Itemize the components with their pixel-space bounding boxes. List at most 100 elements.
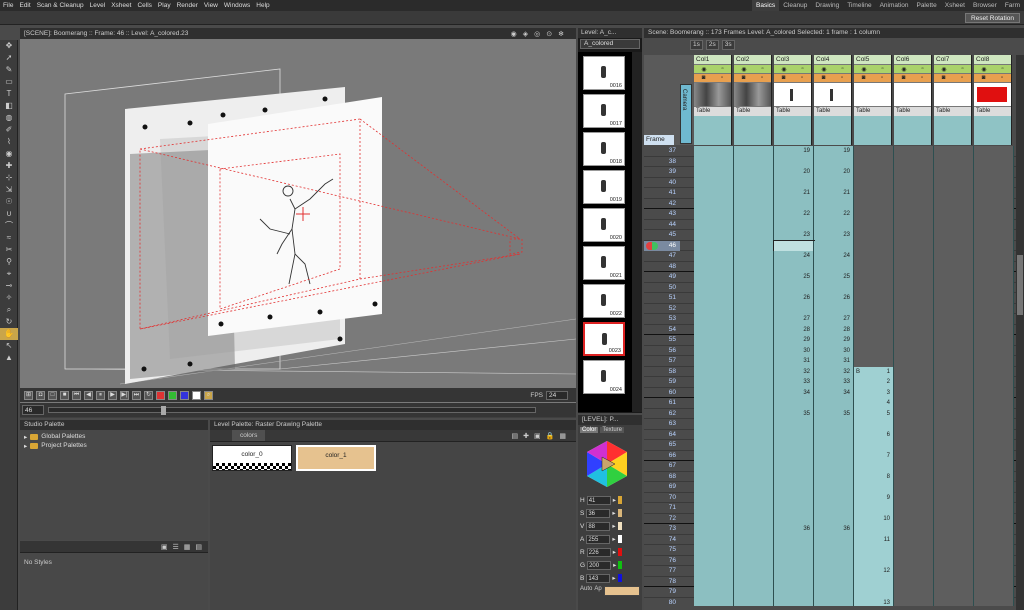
lock-icon[interactable]: ▫ <box>921 66 923 72</box>
column-name[interactable]: Col3 <box>774 55 811 65</box>
xsheet-cell[interactable] <box>694 461 734 472</box>
xsheet-cell[interactable] <box>814 492 854 503</box>
xsheet-cell[interactable] <box>934 429 974 440</box>
column-header-col1[interactable]: Col1 ◉ ▫ ◙ ▫ Table <box>694 55 732 145</box>
eye-icon[interactable]: ◉ <box>941 66 946 73</box>
xsheet-cell[interactable] <box>774 471 814 482</box>
xsheet-cell[interactable] <box>774 429 814 440</box>
xsheet-cell[interactable] <box>894 167 934 178</box>
xsheet-cell[interactable] <box>854 419 894 430</box>
channel-arrow-icon[interactable]: ▸ <box>613 561 616 569</box>
transparency-icon[interactable]: ▫ <box>841 75 843 81</box>
xsheet-cell[interactable] <box>974 366 1014 377</box>
xsheet-cell[interactable] <box>734 198 774 209</box>
xsheet-cell[interactable] <box>814 587 854 598</box>
column-name[interactable]: Col1 <box>694 55 731 65</box>
channel-arrow-icon[interactable]: ▸ <box>613 496 616 504</box>
xsheet-cell[interactable] <box>734 146 774 157</box>
xsheet-cell[interactable] <box>974 167 1014 178</box>
transparency-icon[interactable]: ▫ <box>1001 75 1003 81</box>
xsheet-cell[interactable] <box>694 387 734 398</box>
xsheet-cell[interactable] <box>814 545 854 556</box>
xsheet-cell[interactable] <box>694 419 734 430</box>
xsheet-cell[interactable] <box>854 482 894 493</box>
xsheet-cell[interactable] <box>894 314 934 325</box>
xsheet-cell[interactable] <box>694 545 734 556</box>
xsheet-cell[interactable] <box>694 524 734 535</box>
pegbar-label[interactable]: Table <box>774 107 811 116</box>
camstand-icon[interactable]: ◙ <box>982 75 986 81</box>
xsheet-cell[interactable]: 35 <box>774 408 814 419</box>
xsheet-cell[interactable] <box>814 503 854 514</box>
xsheet-cell[interactable] <box>734 251 774 262</box>
frame-number[interactable]: 80 <box>644 598 680 607</box>
column-header-col8[interactable]: Col8 ◉ ▫ ◙ ▫ Table <box>974 55 1012 145</box>
transparency-icon[interactable]: ▫ <box>961 75 963 81</box>
magnet-tool-icon[interactable]: ∪ <box>0 208 18 220</box>
xsheet-cell[interactable] <box>894 387 934 398</box>
pointer-tool-icon[interactable]: ↖ <box>0 340 18 352</box>
pause-icon[interactable]: ⏸ <box>96 390 105 400</box>
xsheet-cell[interactable] <box>974 282 1014 293</box>
xsheet-cell[interactable] <box>974 419 1014 430</box>
frame-number[interactable]: 56 <box>644 346 680 357</box>
tree-item-global-palettes[interactable]: ▸ Global Palettes <box>24 432 204 441</box>
xsheet-cell[interactable] <box>934 471 974 482</box>
xsheet-cell[interactable] <box>814 303 854 314</box>
xsheet-cell[interactable] <box>854 146 894 157</box>
frame-number[interactable]: 74 <box>644 535 680 546</box>
xsheet-cell[interactable] <box>734 524 774 535</box>
xsheet-cell[interactable]: 28 <box>814 324 854 335</box>
camstand-icon[interactable]: ◙ <box>822 75 826 81</box>
xsheet-cell[interactable] <box>934 293 974 304</box>
xsheet-cell[interactable] <box>774 545 814 556</box>
frame-number[interactable]: 67 <box>644 461 680 472</box>
column-header-col6[interactable]: Col6 ◉ ▫ ◙ ▫ Table <box>894 55 932 145</box>
xsheet-cell[interactable] <box>814 219 854 230</box>
frame-number[interactable]: 59 <box>644 377 680 388</box>
xsheet-cell[interactable] <box>974 429 1014 440</box>
xsheet-cell[interactable] <box>894 198 934 209</box>
xsheet-cell[interactable] <box>774 177 814 188</box>
xsheet-cell[interactable] <box>774 534 814 545</box>
xsheet-cell[interactable] <box>694 576 734 587</box>
xsheet-cell[interactable] <box>773 239 815 252</box>
xsheet-cell[interactable] <box>694 209 734 220</box>
xsheet-cell[interactable] <box>734 324 774 335</box>
xsheet-cell[interactable] <box>694 293 734 304</box>
pegbar-label[interactable]: Table <box>974 107 1011 116</box>
xsheet-cell[interactable] <box>934 513 974 524</box>
room-tab-browser[interactable]: Browser <box>969 0 1001 11</box>
xsheet-cell[interactable]: 32 <box>814 366 854 377</box>
xsheet-cell[interactable] <box>734 177 774 188</box>
xsheet-cell[interactable] <box>734 345 774 356</box>
save-icon[interactable]: ▣ <box>161 543 168 551</box>
xsheet-cell[interactable] <box>694 377 734 388</box>
xsheet-cell[interactable] <box>694 587 734 598</box>
xsheet-cell[interactable] <box>734 429 774 440</box>
frame-number[interactable]: 58 <box>644 367 680 378</box>
xsheet-cell[interactable] <box>774 282 814 293</box>
column-header-col5[interactable]: Col5 ◉ ▫ ◙ ▫ Table <box>854 55 892 145</box>
xsheet-cell[interactable] <box>814 461 854 472</box>
xsheet-cell[interactable] <box>854 303 894 314</box>
xsheet-cell[interactable] <box>894 429 934 440</box>
pegbar-label[interactable]: Table <box>814 107 851 116</box>
room-tab-xsheet[interactable]: Xsheet <box>941 0 969 11</box>
xsheet-cell[interactable]: 21 <box>814 188 854 199</box>
xsheet-cell[interactable] <box>934 492 974 503</box>
xsheet-cell[interactable] <box>974 377 1014 388</box>
room-tab-cleanup[interactable]: Cleanup <box>779 0 811 11</box>
frame-number[interactable]: 57 <box>644 356 680 367</box>
xsheet-cell[interactable]: 23 <box>814 230 854 241</box>
frame-number[interactable]: 54 <box>644 325 680 336</box>
xsheet-cell[interactable] <box>814 555 854 566</box>
frame-number[interactable]: 78 <box>644 577 680 588</box>
frame-number[interactable]: 65 <box>644 440 680 451</box>
xsheet-cell[interactable] <box>814 513 854 524</box>
plastic-tool-icon[interactable]: ✧ <box>0 292 18 304</box>
xsheet-cell[interactable] <box>774 440 814 451</box>
xsheet-cell[interactable] <box>774 156 814 167</box>
xsheet-cell[interactable] <box>974 240 1014 251</box>
transparency-icon[interactable]: ▫ <box>761 75 763 81</box>
